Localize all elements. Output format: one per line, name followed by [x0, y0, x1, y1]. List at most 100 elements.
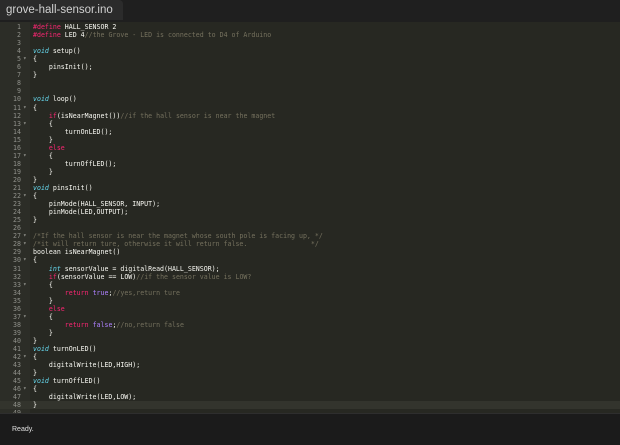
tab-file[interactable]: grove-hall-sensor.ino	[0, 0, 123, 20]
code-token: void	[33, 184, 49, 192]
code-token: }	[33, 296, 53, 305]
chevron-down-icon[interactable]: ▾	[23, 152, 29, 160]
line-number: 14	[13, 127, 21, 136]
line-number: 15	[13, 135, 21, 144]
code-line[interactable]: 11 ▾ {	[0, 104, 620, 112]
code-line[interactable]: 33 ▾ {	[0, 281, 620, 289]
code-line[interactable]: 9	[0, 87, 620, 95]
code-line[interactable]: 5 ▾ {	[0, 55, 620, 63]
chevron-down-icon[interactable]: ▾	[23, 232, 29, 240]
code-text: {	[33, 104, 37, 112]
line-number: 36	[13, 304, 21, 313]
code-token: int	[48, 264, 61, 273]
code-line[interactable]: 10 void loop()	[0, 95, 620, 103]
code-line[interactable]: 16 else	[0, 144, 620, 152]
code-line[interactable]: 32 if(sensorValue == LOW)//if the sensor…	[0, 273, 620, 281]
code-token: setup()	[48, 47, 81, 56]
code-text: {	[33, 281, 53, 289]
chevron-down-icon[interactable]: ▾	[23, 240, 29, 248]
code-text: void loop()	[33, 95, 77, 103]
code-token: }	[33, 328, 53, 337]
code-line[interactable]: 45 void turnOffLED()	[0, 377, 620, 385]
code-line[interactable]: 3	[0, 39, 620, 47]
code-token: digitalWrite(LED,LOW);	[33, 393, 137, 402]
tab-filename: grove-hall-sensor.ino	[6, 4, 113, 16]
chevron-down-icon[interactable]: ▾	[23, 104, 29, 112]
code-line[interactable]: 37 ▾ {	[0, 313, 620, 321]
chevron-down-icon[interactable]: ▾	[23, 353, 29, 361]
line-number: 47	[13, 393, 21, 402]
code-line[interactable]: 22 ▾ {	[0, 192, 620, 200]
code-line[interactable]: 17 ▾ {	[0, 152, 620, 160]
code-line[interactable]: 19 }	[0, 168, 620, 176]
code-line[interactable]: 42 ▾ {	[0, 353, 620, 361]
code-line[interactable]: 24 pinMode(LED,OUTPUT);	[0, 208, 620, 216]
line-number: 31	[13, 264, 21, 273]
line-number: 46	[13, 385, 21, 394]
chevron-down-icon[interactable]: ▾	[23, 55, 29, 63]
chevron-down-icon[interactable]: ▾	[23, 256, 29, 264]
chevron-down-icon[interactable]: ▾	[23, 192, 29, 200]
code-line[interactable]: 7}	[0, 71, 620, 79]
code-token: void	[33, 95, 49, 104]
code-line[interactable]: 14 turnOnLED();	[0, 128, 620, 136]
code-line[interactable]: 6 pinsInit();	[0, 63, 620, 71]
code-token: }	[33, 336, 37, 345]
line-number: 7	[17, 71, 21, 80]
code-text: {	[33, 120, 53, 128]
chevron-down-icon[interactable]: ▾	[23, 313, 29, 321]
line-number: 30	[13, 256, 21, 265]
code-editor[interactable]: 1 #define HALL_SENSOR 2 2 #define LED 4//th…	[0, 22, 620, 417]
code-token: digitalWrite(LED,HIGH);	[33, 361, 141, 370]
line-number: 8	[17, 79, 21, 88]
code-line[interactable]: 39 }	[0, 329, 620, 337]
code-text: return true;//yes,return ture	[33, 289, 180, 297]
code-line[interactable]: 1 #define HALL_SENSOR 2	[0, 23, 620, 31]
code-line[interactable]: 43 digitalWrite(LED,HIGH);	[0, 361, 620, 369]
code-line[interactable]: 15 }	[0, 136, 620, 144]
code-line[interactable]: 40}	[0, 337, 620, 345]
code-line[interactable]: 44}	[0, 369, 620, 377]
code-text: /*it will return ture, otherwise it will…	[33, 240, 319, 248]
chevron-down-icon[interactable]: ▾	[23, 281, 29, 289]
chevron-down-icon[interactable]: ▾	[23, 385, 29, 393]
code-line[interactable]: 35 }	[0, 297, 620, 305]
code-line[interactable]: 29 boolean isNearMagnet()	[0, 248, 620, 256]
code-line[interactable]: 38 return false;//no,return false	[0, 321, 620, 329]
code-line[interactable]: 48}	[0, 401, 620, 410]
code-line[interactable]: 27 ▾ /*If the hall sensor is near the magn…	[0, 232, 620, 240]
code-line[interactable]: 28 ▾ /*it will return ture, otherwise it w…	[0, 240, 620, 248]
line-number: 19	[13, 167, 21, 176]
line-number: 35	[13, 296, 21, 305]
code-line[interactable]: 8	[0, 79, 620, 87]
code-line[interactable]: 13 ▾ {	[0, 120, 620, 128]
code-token: LED 4	[60, 31, 85, 40]
code-text: }	[33, 369, 37, 377]
code-token: if	[48, 272, 57, 281]
line-number: 43	[13, 361, 21, 370]
code-line[interactable]: 4 void setup()	[0, 47, 620, 55]
code-text: }	[33, 401, 37, 409]
code-line[interactable]: 34 return true;//yes,return ture	[0, 289, 620, 297]
code-line[interactable]: 23 pinMode(HALL_SENSOR, INPUT);	[0, 200, 620, 208]
code-token: {	[33, 119, 53, 128]
chevron-down-icon[interactable]: ▾	[23, 120, 29, 128]
code-token: pinMode(LED,OUTPUT);	[33, 208, 129, 217]
code-line[interactable]: 47 digitalWrite(LED,LOW);	[0, 393, 620, 401]
code-line[interactable]: 46 ▾ {	[0, 385, 620, 393]
code-line[interactable]: 18 turnOffLED();	[0, 160, 620, 168]
code-line[interactable]: 20}	[0, 176, 620, 184]
code-text: void setup()	[33, 47, 81, 55]
code-line[interactable]: 41 void turnOnLED()	[0, 345, 620, 353]
code-line[interactable]: 31 int sensorValue = digitalRead(HALL_SE…	[0, 265, 620, 273]
code-line[interactable]: 12 if(isNearMagnet())//if the hall senso…	[0, 112, 620, 120]
code-line[interactable]: 36 else	[0, 305, 620, 313]
code-line[interactable]: 25}	[0, 216, 620, 224]
code-line[interactable]: 21 void pinsInit()	[0, 184, 620, 192]
code-line[interactable]: 30 ▾ {	[0, 256, 620, 264]
code-line[interactable]: 26	[0, 224, 620, 232]
code-line[interactable]: 2 #define LED 4//the Grove - LED is conne…	[0, 31, 620, 39]
